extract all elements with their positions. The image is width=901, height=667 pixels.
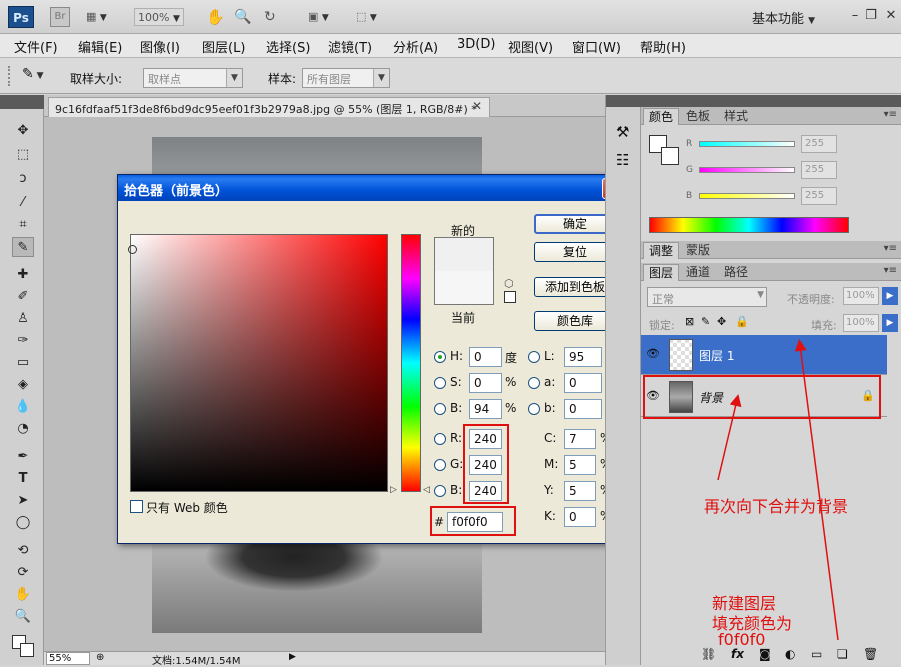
annotation-arrows (717, 339, 839, 641)
merge-arrow (717, 394, 742, 481)
new-layer-arrow (794, 339, 839, 641)
